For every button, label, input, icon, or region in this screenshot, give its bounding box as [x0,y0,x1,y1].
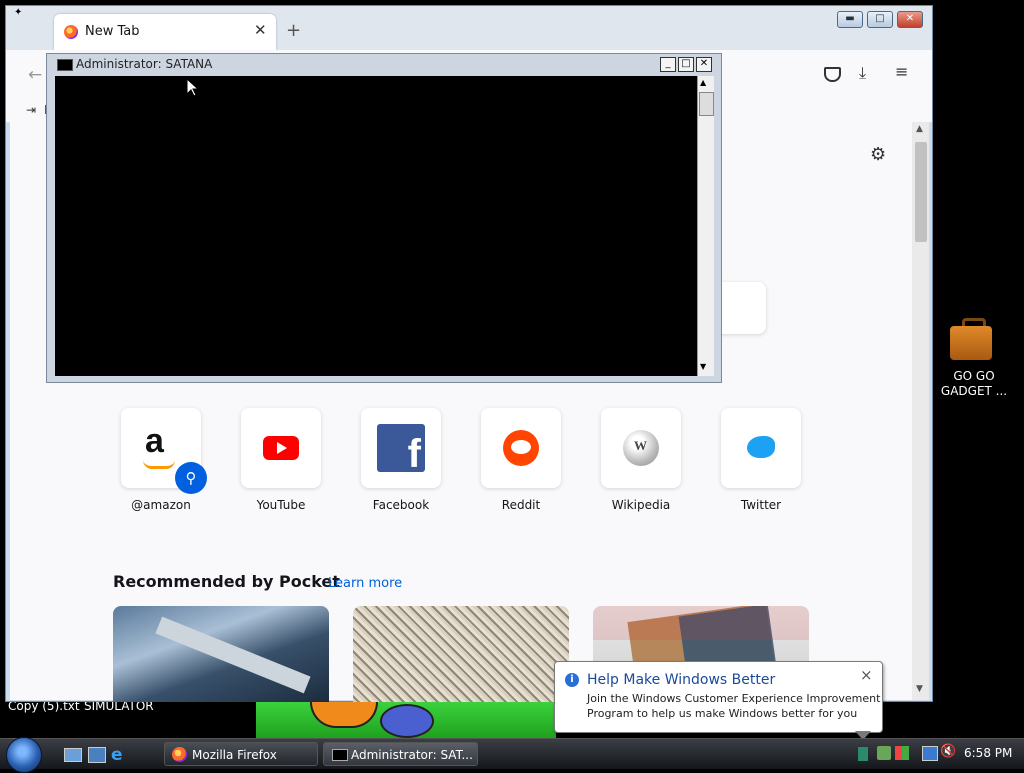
taskbar: e Mozilla Firefox Administrator: SAT... … [0,737,1024,773]
facebook-icon: f [361,408,441,488]
tab-strip: New Tab ✕ + ▬ □ ✕ [6,6,932,50]
menu-icon[interactable]: ≡ [895,62,908,81]
shortcut-youtube[interactable] [241,408,321,488]
shortcut-twitter[interactable] [721,408,801,488]
pocket-card-texture[interactable] [353,606,569,702]
back-icon[interactable]: ← [28,65,42,85]
switch-windows-icon[interactable] [88,747,106,763]
notification-balloon[interactable]: i Help Make Windows Better Join the Wind… [554,661,883,740]
pocket-heading: Recommended by Pocket [113,572,340,591]
wikipedia-icon: W [601,408,681,488]
tray-icon-users[interactable] [877,746,891,760]
info-icon: i [565,673,579,687]
briefcase-icon[interactable] [950,318,992,360]
desktop-cartoon [310,702,434,738]
cmd-maximize-button[interactable]: □ [678,57,694,72]
pocket-card-airport[interactable] [113,606,329,702]
shortcut-label[interactable]: YouTube [221,498,341,512]
maximize-button[interactable]: □ [867,11,893,28]
cmd-title: Administrator: SATANA [76,57,213,71]
cmd-minimize-button[interactable]: _ [660,57,676,72]
tab-title: New Tab [85,24,140,39]
download-icon[interactable]: ⤓ [859,63,866,83]
cmd-icon [57,59,73,71]
balloon-body-line2: Program to help us make Windows better f… [587,707,858,720]
shortcut-facebook[interactable]: f [361,408,441,488]
firefox-icon [64,25,78,39]
shortcut-label[interactable]: Wikipedia [581,498,701,512]
balloon-body-line1: Join the Windows Customer Experience Imp… [587,692,881,705]
clock[interactable]: 6:58 PM [964,746,1012,760]
cmd-window[interactable]: Administrator: SATANA _ □ ✕ ▲ ▼ [46,53,722,383]
mouse-cursor [186,78,200,97]
volume-muted-icon[interactable]: 🔇 [940,744,956,759]
shortcut-label[interactable]: @amazon [101,498,221,512]
bookmark-login-icon[interactable]: ⇥ [26,103,36,117]
search-icon: ⚲ [175,462,207,494]
show-desktop-icon[interactable] [64,748,82,762]
shortcut-reddit[interactable] [481,408,561,488]
youtube-icon [241,408,321,488]
taskbar-cmd-label: Administrator: SAT... [351,748,473,762]
balloon-title: Help Make Windows Better [587,672,776,688]
cmd-console[interactable] [55,76,697,376]
shortcut-label[interactable]: Twitter [701,498,821,512]
tray-icon-windows[interactable] [895,746,909,760]
pin-icon: ✦ [14,7,23,18]
shortcut-amazon[interactable]: a ⚲ [121,408,207,494]
cmd-scrollbar[interactable]: ▲ ▼ [697,76,714,376]
gear-icon[interactable]: ⚙ [870,144,886,165]
internet-explorer-icon[interactable]: e [111,745,123,765]
network-icon[interactable] [858,747,868,761]
pocket-icon[interactable] [824,67,841,82]
shortcut-label[interactable]: Reddit [461,498,581,512]
page-scrollbar[interactable]: ▲ ▼ [912,122,929,700]
shortcut-wikipedia[interactable]: W [601,408,681,488]
taskbar-firefox-label: Mozilla Firefox [192,748,277,762]
window-close-button[interactable]: ✕ [897,11,923,28]
minimize-button[interactable]: ▬ [837,11,863,28]
reddit-icon [481,408,561,488]
cmd-icon [332,749,348,761]
shortcut-label[interactable]: Facebook [341,498,461,512]
firefox-icon [172,747,187,762]
taskbar-cmd-button[interactable]: Administrator: SAT... [323,742,478,766]
tray-icon-monitor[interactable] [922,746,938,761]
desktop-icon-label-gadget[interactable]: GO GO GADGET ... [940,369,1008,399]
learn-more-link[interactable]: Learn more [328,576,402,591]
tab-new-tab[interactable]: New Tab ✕ [54,14,276,50]
cmd-close-button[interactable]: ✕ [696,57,712,72]
taskbar-firefox-button[interactable]: Mozilla Firefox [164,742,318,766]
twitter-icon [721,408,801,488]
close-icon[interactable]: ✕ [254,21,267,39]
balloon-close-button[interactable]: × [860,666,873,684]
new-tab-button[interactable]: + [286,20,301,41]
